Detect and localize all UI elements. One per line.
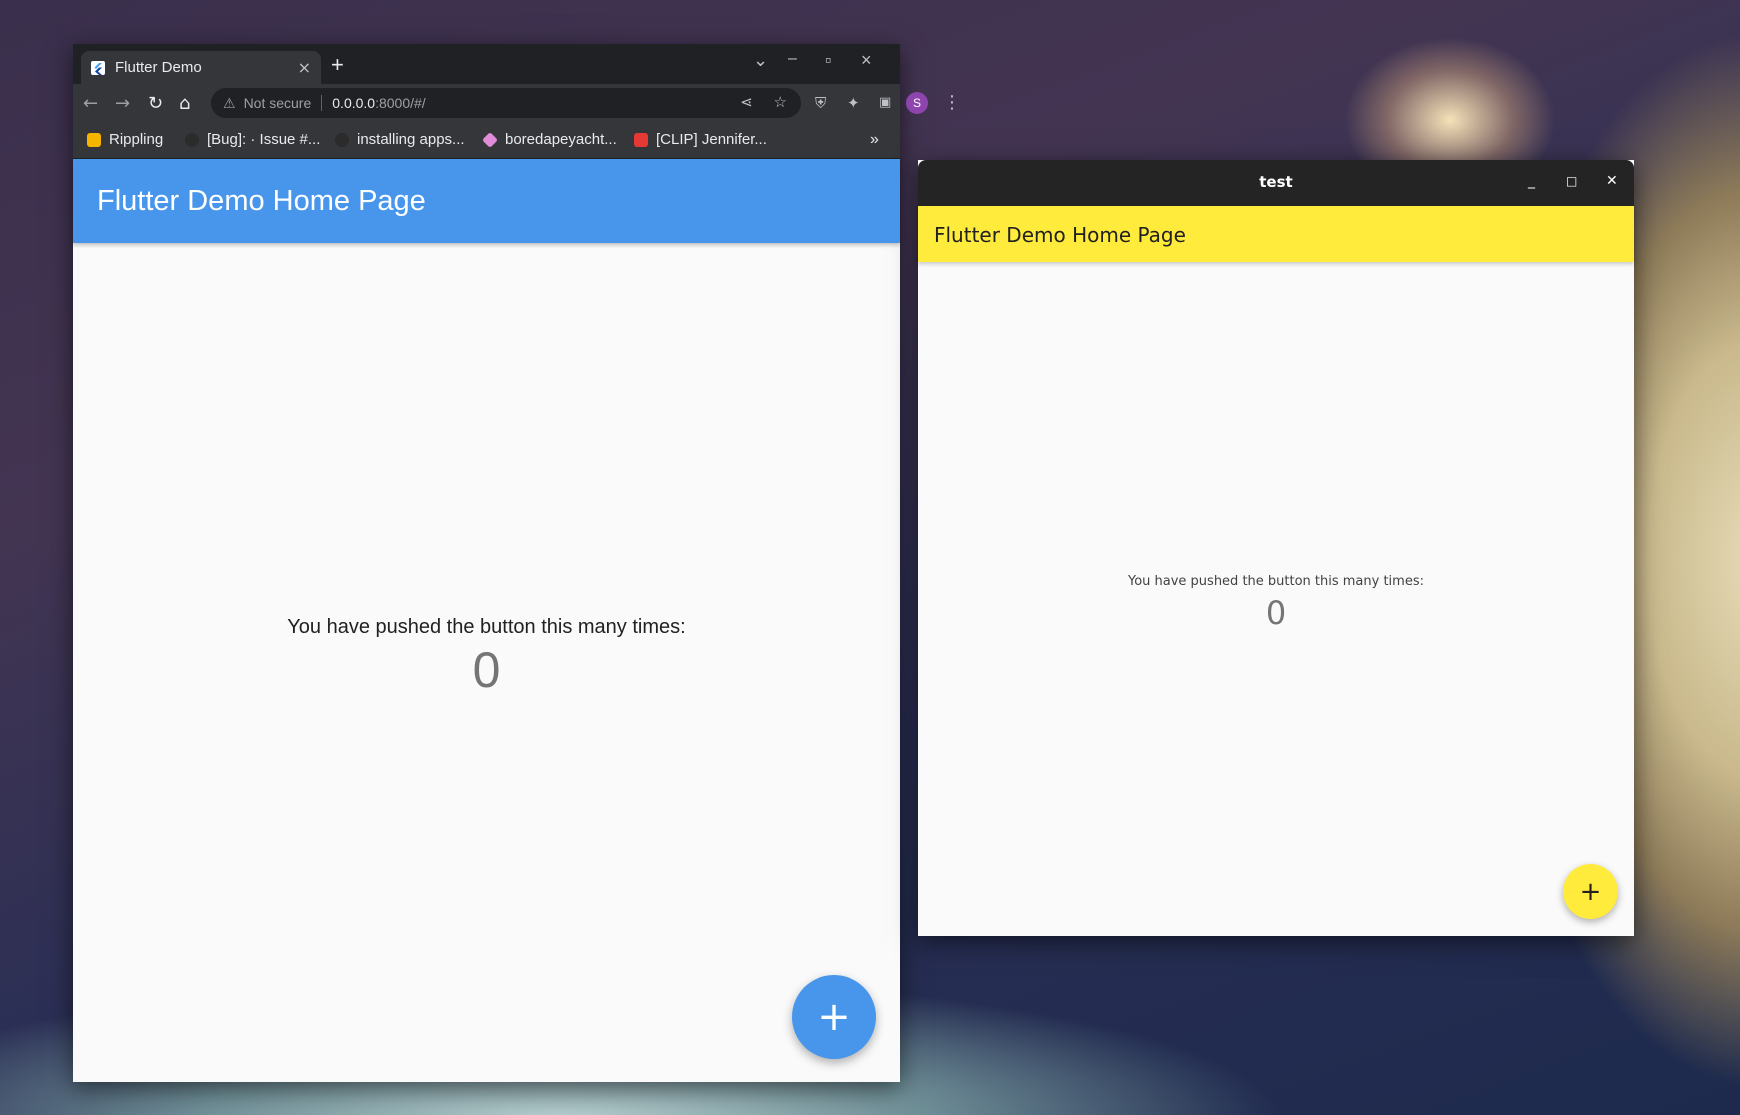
shield-extension-icon[interactable]: ⛨ (815, 94, 826, 112)
counter-label: You have pushed the button this many tim… (287, 616, 686, 638)
maximize-button[interactable]: ▫ (825, 50, 831, 71)
bookmark-label: [CLIP] Jennifer... (656, 131, 767, 148)
github-icon (335, 132, 349, 147)
youtube-icon (634, 132, 648, 147)
tab-close-icon[interactable]: × (298, 58, 311, 77)
omnibox-divider (321, 95, 323, 111)
back-icon[interactable]: ← (83, 93, 98, 114)
security-status[interactable]: Not secure (244, 95, 312, 111)
native-app-window: test _ □ ✕ Flutter Demo Home Page You ha… (918, 160, 1634, 936)
counter-label: You have pushed the button this many tim… (1127, 574, 1424, 589)
omnibox-actions: ⋖ ☆ (740, 93, 787, 111)
share-icon[interactable]: ⋖ (740, 94, 753, 111)
tab-search-icon[interactable]: ⌄ (753, 50, 768, 71)
browser-toolbar: ← → ↻ ⌂ ⚠ Not secure 0.0.0.0:8000/#/ ⋖ ☆… (73, 84, 961, 122)
bookmark-item[interactable]: Rippling (87, 131, 163, 148)
native-app-bar: Flutter Demo Home Page (918, 206, 1634, 262)
side-panel-icon[interactable]: ▣ (879, 95, 891, 110)
increment-button[interactable]: + (1563, 864, 1618, 919)
tab-strip: Flutter Demo × + ⌄ – ▫ × (73, 44, 900, 84)
tab-title: Flutter Demo (115, 59, 202, 76)
home-icon[interactable]: ⌂ (179, 93, 190, 114)
warning-icon[interactable]: ⚠ (223, 95, 236, 112)
address-bar[interactable]: ⚠ Not secure 0.0.0.0:8000/#/ ⋖ ☆ (211, 88, 801, 118)
github-icon (185, 132, 199, 147)
bookmark-item[interactable]: installing apps... (335, 131, 465, 148)
window-title: test (1259, 173, 1293, 191)
minimize-button[interactable]: _ (1528, 173, 1535, 189)
maximize-button[interactable]: □ (1566, 174, 1577, 188)
counter-value: 0 (472, 642, 501, 698)
bookmark-star-icon[interactable]: ☆ (774, 94, 787, 111)
window-title-bar[interactable]: test _ □ ✕ (918, 160, 1634, 206)
profile-avatar[interactable]: S (906, 92, 928, 114)
bookmark-label: Rippling (109, 131, 164, 148)
minimize-button[interactable]: – (788, 50, 797, 68)
native-app-title: Flutter Demo Home Page (934, 223, 1186, 247)
url-path: :8000/#/ (375, 95, 426, 111)
reload-icon[interactable]: ↻ (148, 93, 163, 114)
bookmark-label: installing apps... (357, 131, 465, 148)
new-tab-button[interactable]: + (331, 52, 344, 78)
bookmarks-bar: Rippling [Bug]: · Issue #... installing … (73, 122, 900, 159)
web-app-title: Flutter Demo Home Page (97, 185, 426, 217)
bookmark-item[interactable]: [CLIP] Jennifer... (634, 131, 767, 148)
gem-icon (482, 131, 498, 148)
chrome-menu-icon[interactable]: ⋮ (943, 92, 961, 113)
increment-button[interactable]: + (792, 975, 876, 1059)
browser-window: Flutter Demo × + ⌄ – ▫ × ← → ↻ ⌂ ⚠ Not s… (73, 44, 961, 1082)
add-icon: + (817, 994, 851, 1040)
rippling-icon (87, 132, 101, 147)
web-app-body: You have pushed the button this many tim… (73, 243, 900, 1082)
bookmark-label: [Bug]: · Issue #... (207, 131, 321, 148)
close-window-button[interactable]: ✕ (1606, 173, 1618, 189)
flutter-favicon-icon (91, 60, 105, 75)
native-app-body: You have pushed the button this many tim… (918, 262, 1634, 936)
bookmark-label: boredapeyacht... (505, 131, 617, 148)
add-icon: + (1579, 876, 1602, 907)
bookmarks-overflow-icon[interactable]: » (870, 131, 879, 149)
counter-value: 0 (1265, 594, 1287, 632)
url-host: 0.0.0.0 (332, 95, 376, 111)
extensions-puzzle-icon[interactable]: ✦ (847, 94, 860, 112)
tab-flutter-demo[interactable]: Flutter Demo × (81, 51, 321, 84)
web-app-bar: Flutter Demo Home Page (73, 159, 900, 243)
forward-icon[interactable]: → (115, 93, 130, 114)
bookmark-item[interactable]: [Bug]: · Issue #... (185, 131, 320, 148)
bookmark-item[interactable]: boredapeyacht... (482, 131, 617, 148)
close-window-button[interactable]: × (861, 50, 872, 71)
